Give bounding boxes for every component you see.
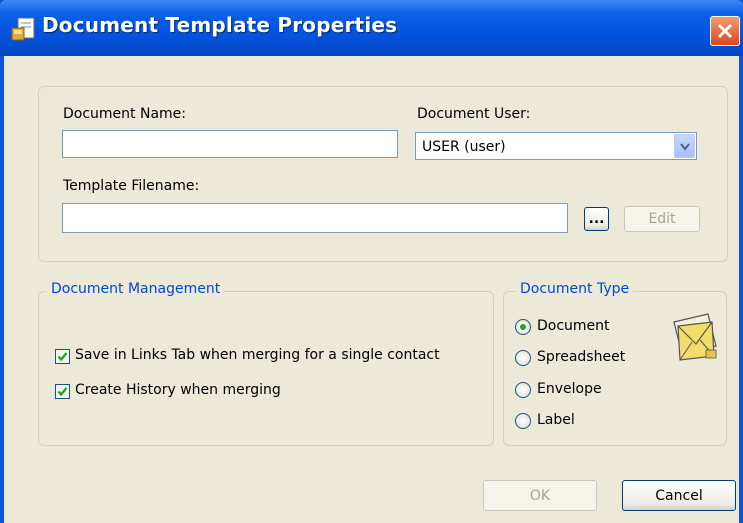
radio-label[interactable] xyxy=(515,413,531,429)
checkmark-icon xyxy=(57,352,68,362)
document-template-icon xyxy=(11,17,35,41)
document-name-label: Document Name: xyxy=(63,106,186,122)
title-bar[interactable]: Document Template Properties xyxy=(0,0,743,56)
radio-envelope-label[interactable]: Envelope xyxy=(537,381,602,397)
chevron-down-icon xyxy=(680,143,690,151)
radio-selected-dot xyxy=(520,324,526,330)
document-user-label: Document User: xyxy=(417,106,531,122)
edit-button[interactable]: Edit xyxy=(624,206,700,232)
document-management-group xyxy=(38,291,494,446)
radio-spreadsheet[interactable] xyxy=(515,350,531,366)
template-filename-label: Template Filename: xyxy=(63,178,200,194)
document-user-value: USER (user) xyxy=(422,139,506,155)
document-name-input[interactable] xyxy=(62,130,398,158)
document-type-legend: Document Type xyxy=(516,281,634,297)
radio-document-label[interactable]: Document xyxy=(537,318,610,334)
dropdown-arrow[interactable] xyxy=(674,134,695,158)
radio-label-label[interactable]: Label xyxy=(537,412,575,428)
cancel-button[interactable]: Cancel xyxy=(622,480,736,511)
checkmark-icon xyxy=(57,387,68,397)
close-button[interactable] xyxy=(710,16,740,46)
create-history-checkbox[interactable] xyxy=(55,384,70,399)
radio-document[interactable] xyxy=(515,319,531,335)
dialog-window: Document Template Properties Document Na… xyxy=(0,0,743,523)
close-icon xyxy=(717,23,733,39)
radio-envelope[interactable] xyxy=(515,382,531,398)
browse-button[interactable]: ... xyxy=(584,207,609,231)
create-history-label[interactable]: Create History when merging xyxy=(75,382,281,398)
template-filename-input[interactable] xyxy=(62,203,568,233)
radio-spreadsheet-label[interactable]: Spreadsheet xyxy=(537,349,625,365)
document-management-legend: Document Management xyxy=(47,281,225,297)
save-in-links-checkbox[interactable] xyxy=(55,349,70,364)
ok-button[interactable]: OK xyxy=(483,480,597,511)
envelope-letter-icon xyxy=(673,313,717,361)
save-in-links-label[interactable]: Save in Links Tab when merging for a sin… xyxy=(75,347,440,363)
dialog-title: Document Template Properties xyxy=(42,13,398,37)
document-user-select[interactable]: USER (user) xyxy=(415,132,697,160)
